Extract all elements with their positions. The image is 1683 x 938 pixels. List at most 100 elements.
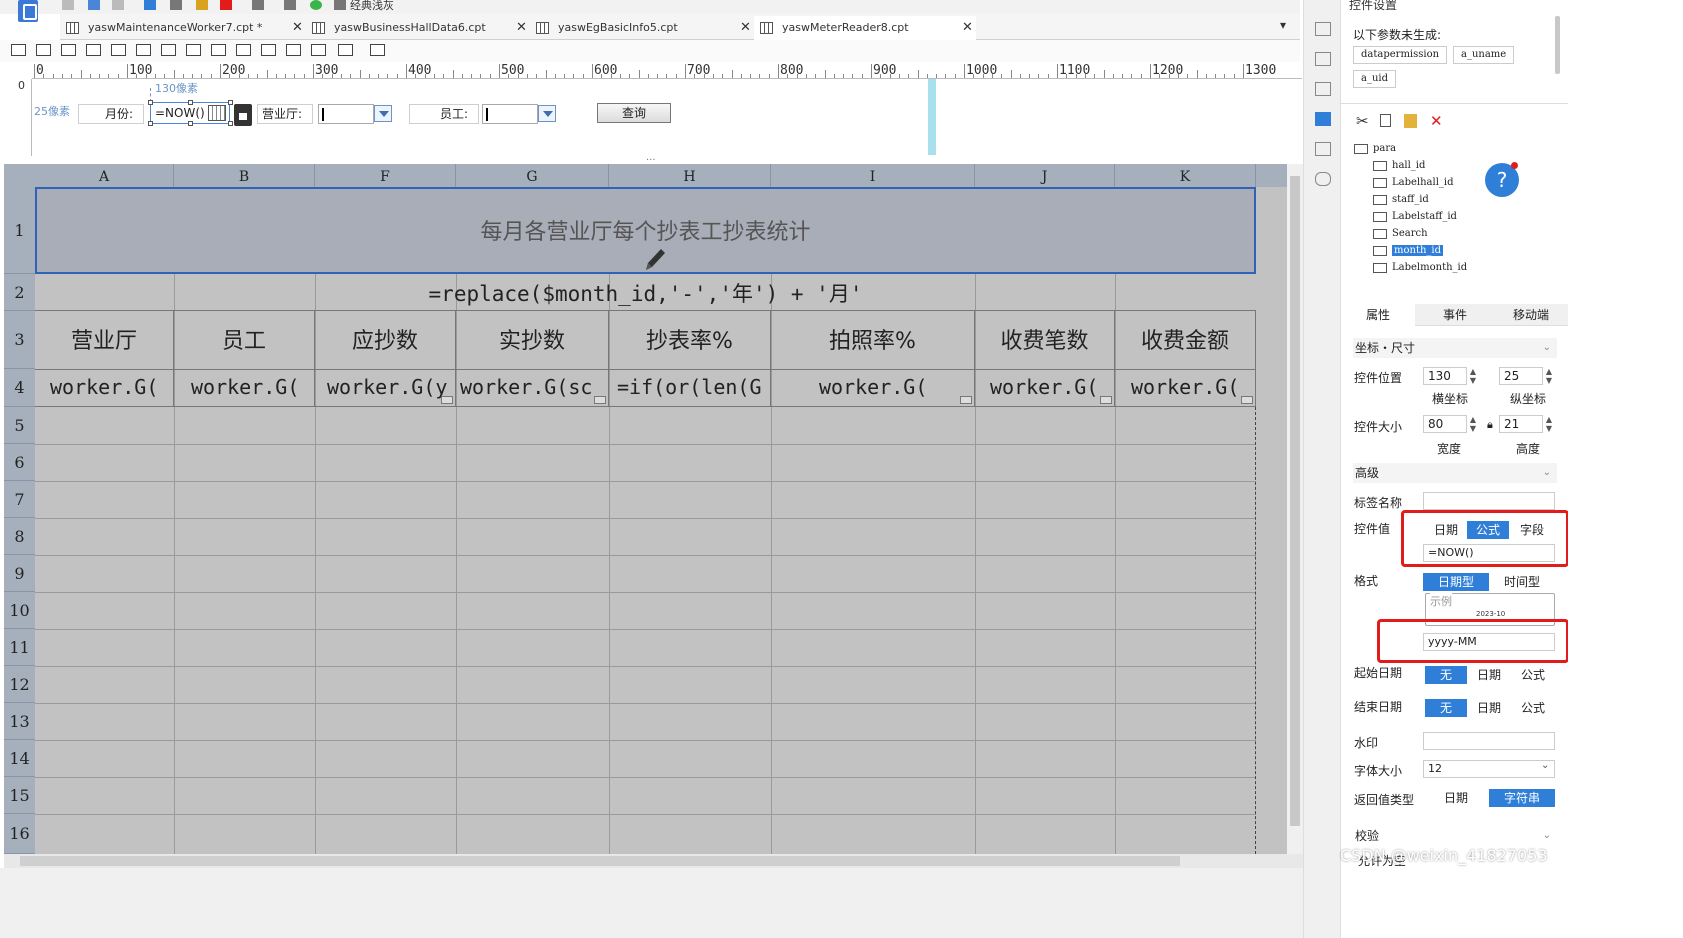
section-position-size[interactable]: 坐标・尺寸 ⌄	[1353, 338, 1557, 358]
tab-events[interactable]: 事件	[1417, 304, 1493, 326]
tab-business-hall[interactable]: yaswBusinessHallData6.cpt ✕	[306, 16, 530, 40]
tree-node-para[interactable]: para	[1354, 141, 1396, 157]
cell-props-icon[interactable]	[1315, 52, 1331, 66]
combo-widget-icon[interactable]	[111, 44, 126, 56]
resize-handle[interactable]	[188, 121, 193, 126]
tab-maintenance-worker[interactable]: yaswMaintenanceWorker7.cpt * ✕	[60, 16, 306, 40]
text-widget-icon[interactable]	[261, 44, 276, 56]
hyperlink-icon[interactable]	[1315, 172, 1331, 186]
chevron-down-icon[interactable]	[374, 105, 392, 122]
row-header[interactable]: 16	[4, 814, 35, 854]
textbox-widget-icon[interactable]	[36, 44, 51, 56]
chevron-down-icon[interactable]: ⌄	[1541, 760, 1549, 771]
data-cell[interactable]: worker.G(sc	[456, 369, 609, 407]
number-widget-icon[interactable]	[161, 44, 176, 56]
header-cell-hall[interactable]: 营业厅	[35, 311, 174, 369]
resize-handle[interactable]	[148, 100, 153, 105]
cut-icon[interactable]	[144, 0, 156, 10]
date-widget-icon[interactable]	[136, 44, 151, 56]
section-advanced[interactable]: 高级 ⌄	[1353, 463, 1557, 483]
copy-icon[interactable]	[1380, 114, 1391, 127]
column-header[interactable]: G	[456, 164, 609, 187]
column-header[interactable]: J	[975, 164, 1115, 187]
param-chip[interactable]: a_uid	[1353, 70, 1397, 88]
row-header[interactable]: 8	[4, 518, 35, 555]
column-header[interactable]: B	[174, 164, 315, 187]
section-validation[interactable]: 校验 ⌄	[1353, 826, 1557, 846]
end-mode-formula[interactable]: 公式	[1511, 699, 1555, 717]
widget-settings-icon[interactable]	[1315, 112, 1331, 126]
theme-label[interactable]: 经典浅灰	[350, 0, 394, 13]
copy-icon[interactable]	[170, 0, 182, 10]
return-type-string[interactable]: 字符串	[1489, 789, 1555, 807]
width-input[interactable]: 80	[1423, 415, 1467, 433]
theme-icon[interactable]	[334, 0, 346, 10]
data-cell[interactable]: worker.G(y	[315, 369, 456, 407]
save-icon[interactable]	[62, 0, 74, 10]
font-size-select[interactable]: 12	[1423, 760, 1555, 778]
tree-node[interactable]: staff_id	[1373, 192, 1429, 208]
data-cell[interactable]: worker.G(	[174, 369, 315, 407]
tab-eg-basic-info[interactable]: yaswEgBasicInfo5.cpt ✕	[530, 16, 754, 40]
hall-select-widget[interactable]	[318, 104, 374, 124]
close-icon[interactable]: ✕	[516, 16, 527, 40]
panel-boundary[interactable]	[928, 79, 936, 155]
horizontal-scrollbar[interactable]	[4, 854, 1303, 868]
tab-list-icon[interactable]: ▾	[1280, 18, 1286, 32]
row-header[interactable]: 10	[4, 592, 35, 629]
row-header[interactable]: 5	[4, 407, 35, 444]
checkbox-widget-icon[interactable]	[236, 44, 251, 56]
tree-node[interactable]: hall_id	[1373, 158, 1425, 174]
row-header[interactable]: 15	[4, 777, 35, 814]
textarea-widget-icon[interactable]	[186, 44, 201, 56]
staff-select-widget[interactable]	[482, 104, 538, 124]
watermark-input[interactable]	[1423, 732, 1555, 750]
scissors-icon[interactable]: ✂	[1356, 114, 1371, 129]
tree-node[interactable]: Labelmonth_id	[1373, 260, 1467, 276]
header-cell-photo-rate[interactable]: 拍照率%	[771, 311, 975, 369]
month-formula-cell[interactable]: =replace($month_id,'-','年') + '月'	[35, 274, 1256, 311]
column-header[interactable]: H	[609, 164, 771, 187]
lock-icon[interactable]: 🔒︎	[1487, 418, 1493, 432]
delete-icon[interactable]	[220, 0, 232, 10]
button-widget-icon[interactable]	[61, 44, 76, 56]
tree-node[interactable]: Labelstaff_id	[1373, 209, 1457, 225]
tree-node-selected[interactable]: month_id	[1373, 243, 1444, 259]
end-mode-none[interactable]: 无	[1425, 699, 1467, 717]
position-y-input[interactable]: 25	[1499, 367, 1543, 385]
paste-icon[interactable]	[196, 0, 208, 10]
staff-label-widget[interactable]: 员工:	[409, 104, 479, 124]
header-cell-staff[interactable]: 员工	[174, 311, 315, 369]
header-cell-fee-count[interactable]: 收费笔数	[975, 311, 1115, 369]
start-mode-formula[interactable]: 公式	[1511, 666, 1555, 684]
format-time-type[interactable]: 时间型	[1489, 573, 1555, 591]
data-cell[interactable]: worker.G(	[1115, 369, 1256, 407]
calendar-icon[interactable]	[208, 105, 226, 121]
stepper-icon[interactable]: ▲ ▼	[1467, 415, 1479, 433]
stepper-icon[interactable]: ▲ ▼	[1543, 415, 1555, 433]
check-icon[interactable]	[310, 0, 322, 10]
column-header[interactable]: F	[315, 164, 456, 187]
row-header[interactable]: 11	[4, 629, 35, 666]
height-input[interactable]: 21	[1499, 415, 1543, 433]
tab-meter-reader[interactable]: yaswMeterReader8.cpt ✕	[754, 16, 976, 40]
row-header[interactable]: 13	[4, 703, 35, 740]
stepper-icon[interactable]: ▲ ▼	[1467, 367, 1479, 385]
delete-icon[interactable]: ✕	[1430, 114, 1445, 129]
data-cell[interactable]: worker.G(	[975, 369, 1115, 407]
hall-label-widget[interactable]: 营业厅:	[257, 104, 313, 124]
dropdown-widget-icon[interactable]	[86, 44, 101, 56]
template-props-icon[interactable]	[1315, 22, 1331, 36]
start-mode-none[interactable]: 无	[1425, 666, 1467, 684]
close-icon[interactable]: ✕	[740, 16, 751, 40]
preview-icon[interactable]	[252, 0, 264, 10]
resize-handle[interactable]	[188, 100, 193, 105]
more-widget-icon[interactable]	[370, 44, 385, 56]
search-icon[interactable]	[284, 0, 296, 10]
position-x-input[interactable]: 130	[1423, 367, 1467, 385]
data-cell[interactable]: worker.G(	[771, 369, 975, 407]
tree-widget-icon[interactable]	[286, 44, 301, 56]
splitter-handle[interactable]: ...	[646, 152, 656, 163]
resize-handle[interactable]	[228, 100, 233, 105]
row-header[interactable]: 2	[4, 274, 35, 311]
